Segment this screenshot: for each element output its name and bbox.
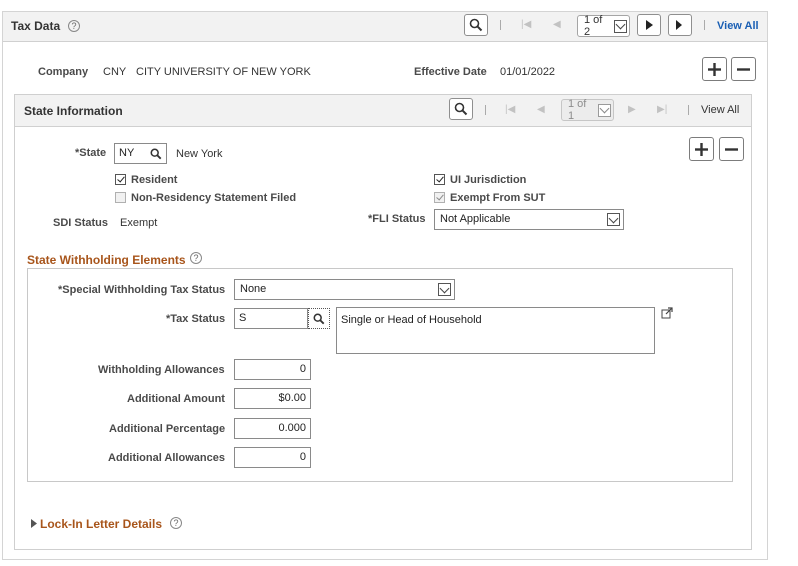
state-information-header <box>15 95 751 127</box>
previous-icon: ◀ <box>537 104 545 115</box>
fli-status-label: *FLI Status <box>368 213 426 225</box>
sdi-status-label: SDI Status <box>53 217 109 229</box>
tax-status-lookup-button[interactable] <box>308 308 330 329</box>
state-label: *State <box>75 147 107 159</box>
view-all-link[interactable]: View All <box>717 20 759 32</box>
state-view-all-link[interactable]: View All <box>701 104 739 116</box>
state-lookup-icon[interactable] <box>150 148 162 160</box>
last-icon: ▶| <box>657 104 668 115</box>
plus-icon <box>708 62 721 76</box>
withholding-section-title: State Withholding Elements <box>27 253 186 267</box>
chevron-down-icon <box>607 213 620 226</box>
state-delete-button[interactable] <box>719 137 744 161</box>
lockin-section-title[interactable]: Lock-In Letter Details <box>40 517 162 531</box>
chevron-down-icon <box>438 283 451 296</box>
sdi-status-value: Exempt <box>120 217 158 229</box>
state-name: New York <box>176 148 223 160</box>
tax-status-label: *Tax Status <box>166 313 226 325</box>
chevron-down-icon <box>598 103 611 117</box>
plus-icon <box>695 142 708 156</box>
search-icon <box>469 18 483 32</box>
resident-label: Resident <box>131 174 178 186</box>
additional-allowances-label: Additional Allowances <box>108 452 225 464</box>
first-icon: |◀ <box>521 19 532 30</box>
next-button[interactable] <box>637 14 661 36</box>
help-icon[interactable]: ? <box>190 252 202 264</box>
fli-status-select[interactable]: Not Applicable <box>434 209 624 230</box>
page-title: Tax Data <box>11 19 61 33</box>
ui-jurisdiction-label: UI Jurisdiction <box>450 174 527 186</box>
first-icon: |◀ <box>505 104 516 115</box>
state-add-button[interactable] <box>689 137 714 161</box>
additional-percentage-input[interactable]: 0.000 <box>234 418 311 439</box>
next-icon <box>646 20 653 30</box>
chevron-down-icon <box>614 19 627 33</box>
search-icon <box>454 102 468 116</box>
additional-amount-label: Additional Amount <box>127 393 225 405</box>
next-icon: ▶ <box>628 104 636 115</box>
tax-status-description: Single or Head of Household <box>336 307 655 354</box>
state-pager-select[interactable]: 1 of 1 <box>561 98 614 122</box>
minus-icon <box>737 67 750 71</box>
non-residency-label: Non-Residency Statement Filed <box>131 192 297 204</box>
company-name: CITY UNIVERSITY OF NEW YORK <box>136 66 311 78</box>
non-residency-checkbox[interactable] <box>115 192 126 203</box>
additional-amount-input[interactable]: $0.00 <box>234 388 311 409</box>
last-button[interactable] <box>668 14 692 36</box>
tax-status-input[interactable]: S <box>234 308 308 329</box>
expand-textarea-icon[interactable] <box>661 307 673 319</box>
effective-date-value: 01/01/2022 <box>500 66 556 78</box>
company-label: Company <box>38 66 89 78</box>
special-status-select[interactable]: None <box>234 279 455 300</box>
resident-checkbox[interactable] <box>115 174 126 185</box>
state-information-title: State Information <box>24 104 123 118</box>
special-status-label: *Special Withholding Tax Status <box>58 284 226 296</box>
state-find-button[interactable] <box>449 98 473 120</box>
delete-row-button[interactable] <box>731 57 756 81</box>
find-button[interactable] <box>464 14 488 36</box>
help-icon[interactable]: ? <box>68 20 80 32</box>
last-icon <box>676 20 682 30</box>
add-row-button[interactable] <box>702 57 727 81</box>
additional-allowances-input[interactable]: 0 <box>234 447 311 468</box>
company-code: CNY <box>103 66 127 78</box>
help-icon[interactable]: ? <box>170 517 182 529</box>
minus-icon <box>725 147 738 151</box>
allowances-input[interactable]: 0 <box>234 359 311 380</box>
allowances-label: Withholding Allowances <box>98 364 225 376</box>
expand-triangle-icon[interactable] <box>31 519 37 528</box>
additional-percentage-label: Additional Percentage <box>109 423 226 435</box>
exempt-sut-label: Exempt From SUT <box>450 192 546 204</box>
row-pager-select[interactable]: 1 of 2 <box>577 14 630 38</box>
effective-date-label: Effective Date <box>414 66 487 78</box>
exempt-sut-checkbox[interactable] <box>434 192 445 203</box>
previous-icon: ◀ <box>553 19 561 30</box>
search-icon <box>313 313 325 324</box>
ui-jurisdiction-checkbox[interactable] <box>434 174 445 185</box>
